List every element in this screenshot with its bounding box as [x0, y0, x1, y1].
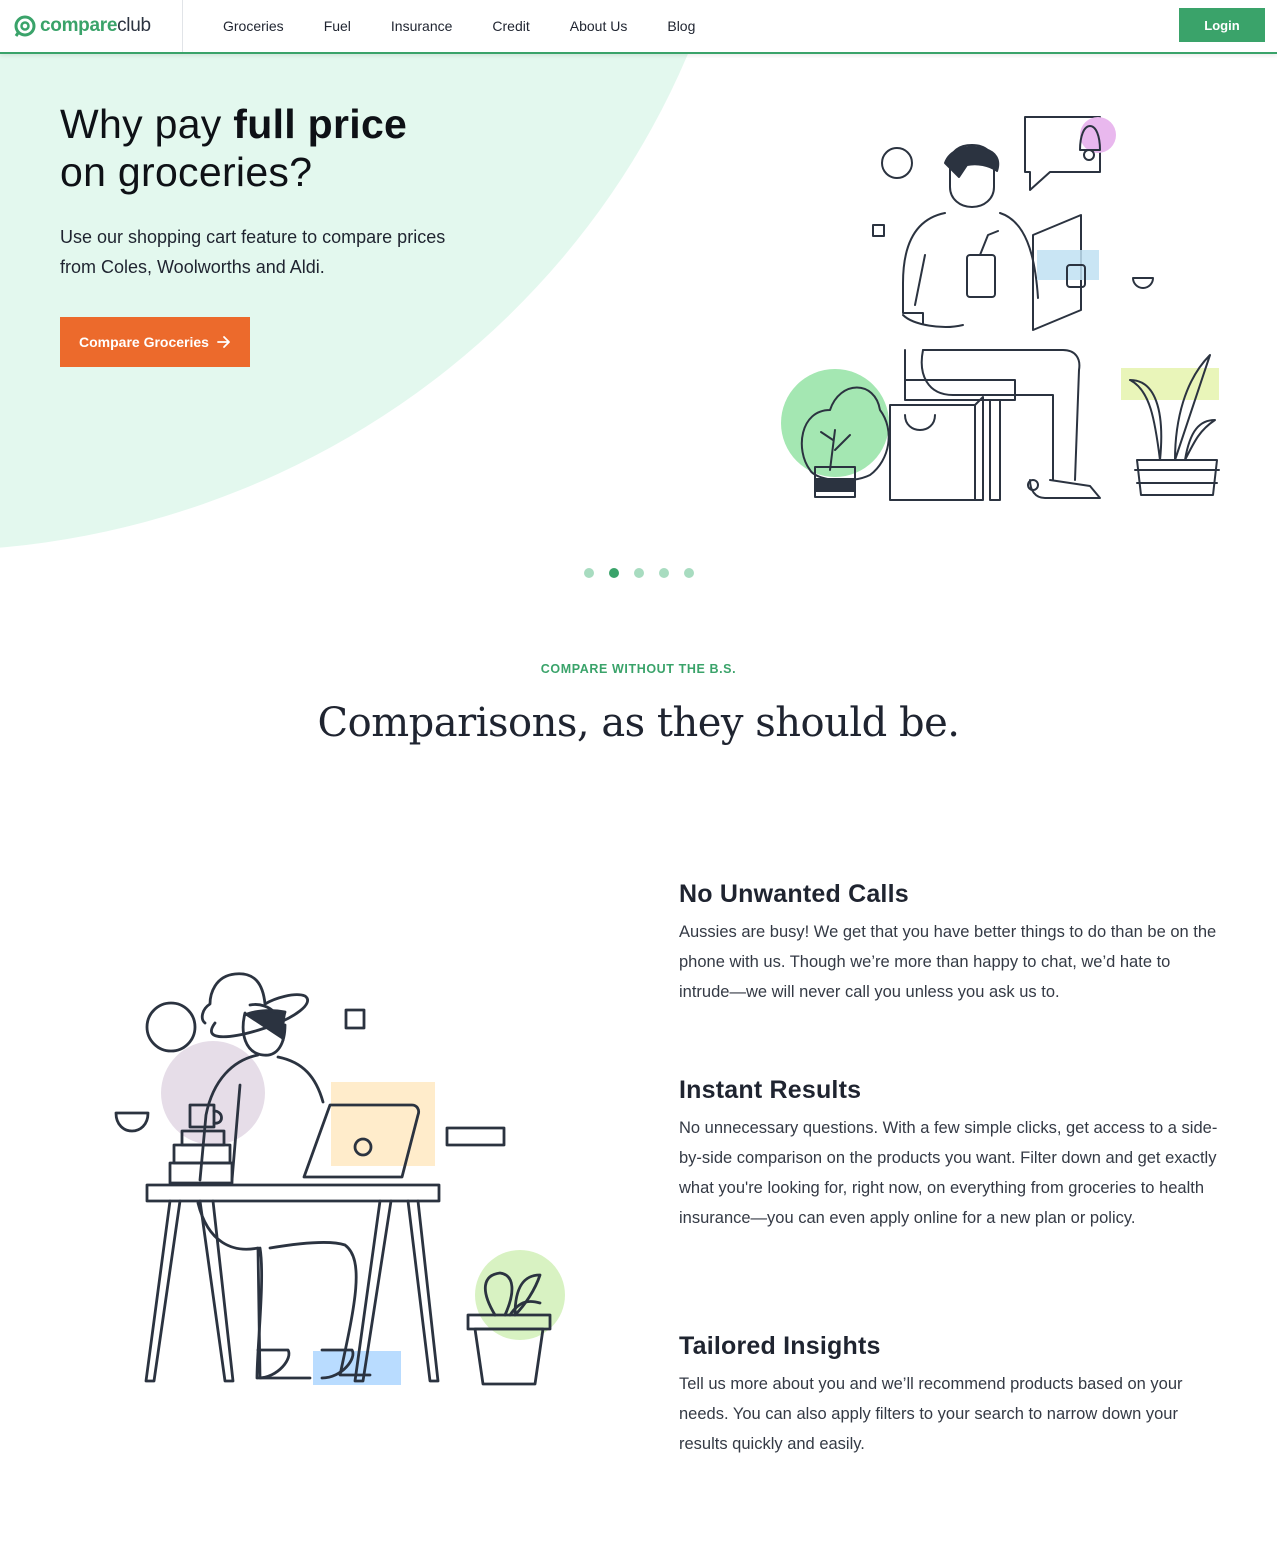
nav-fuel[interactable]: Fuel — [324, 18, 351, 34]
feature-title: Instant Results — [679, 1076, 862, 1104]
section-title: Comparisons, as they should be. — [317, 700, 960, 746]
hero-subtitle: Use our shopping cart feature to compare… — [60, 227, 446, 277]
feature-no-unwanted-calls: No Unwanted Calls Aussies are busy! We g… — [679, 880, 1219, 1007]
logo-wordmark: compareclub — [40, 15, 151, 36]
carousel-dots — [584, 568, 694, 578]
carousel-dot-2[interactable] — [609, 568, 619, 578]
carousel-dot-1[interactable] — [584, 568, 594, 578]
nav-blog[interactable]: Blog — [667, 18, 695, 34]
compare-groceries-button[interactable]: Compare Groceries — [60, 317, 250, 367]
compare-groceries-label: Compare Groceries — [79, 334, 209, 350]
feature-body: Aussies are busy! We get that you have b… — [679, 923, 1217, 1001]
logo-icon — [14, 15, 36, 37]
feature-title: Tailored Insights — [679, 1332, 881, 1360]
hero-title-line2: on groceries? — [60, 149, 313, 195]
section-eyebrow: COMPARE WITHOUT THE B.S. — [540, 662, 737, 676]
nav-insurance[interactable]: Insurance — [391, 18, 452, 34]
nav-about-us[interactable]: About Us — [570, 18, 628, 34]
feature-title: No Unwanted Calls — [679, 880, 909, 908]
header-divider — [182, 0, 183, 52]
shopping-person-illustration — [781, 116, 1220, 501]
main-nav: Groceries Fuel Insurance Credit About Us… — [223, 0, 735, 52]
login-button[interactable]: Login — [1179, 8, 1265, 42]
carousel-dot-3[interactable] — [634, 568, 644, 578]
hero-title-bold: full price — [233, 101, 408, 147]
site-header: compareclub Groceries Fuel Insurance Cre… — [0, 0, 1277, 54]
feature-body: Tell us more about you and we’ll recomme… — [679, 1375, 1183, 1453]
feature-tailored-insights: Tailored Insights Tell us more about you… — [679, 1332, 1219, 1459]
carousel-dot-4[interactable] — [659, 568, 669, 578]
compareclub-logo[interactable]: compareclub — [14, 13, 151, 39]
hero-title: Why pay full price on groceries? — [60, 100, 407, 196]
feature-body: No unnecessary questions. With a few sim… — [679, 1119, 1218, 1227]
person-at-laptop-illustration — [114, 972, 565, 1386]
hero-title-prefix: Why pay — [60, 101, 234, 147]
nav-groceries[interactable]: Groceries — [223, 18, 284, 34]
carousel-dot-5[interactable] — [684, 568, 694, 578]
feature-instant-results: Instant Results No unnecessary questions… — [679, 1076, 1219, 1233]
arrow-right-icon — [217, 336, 230, 348]
nav-credit[interactable]: Credit — [492, 18, 529, 34]
